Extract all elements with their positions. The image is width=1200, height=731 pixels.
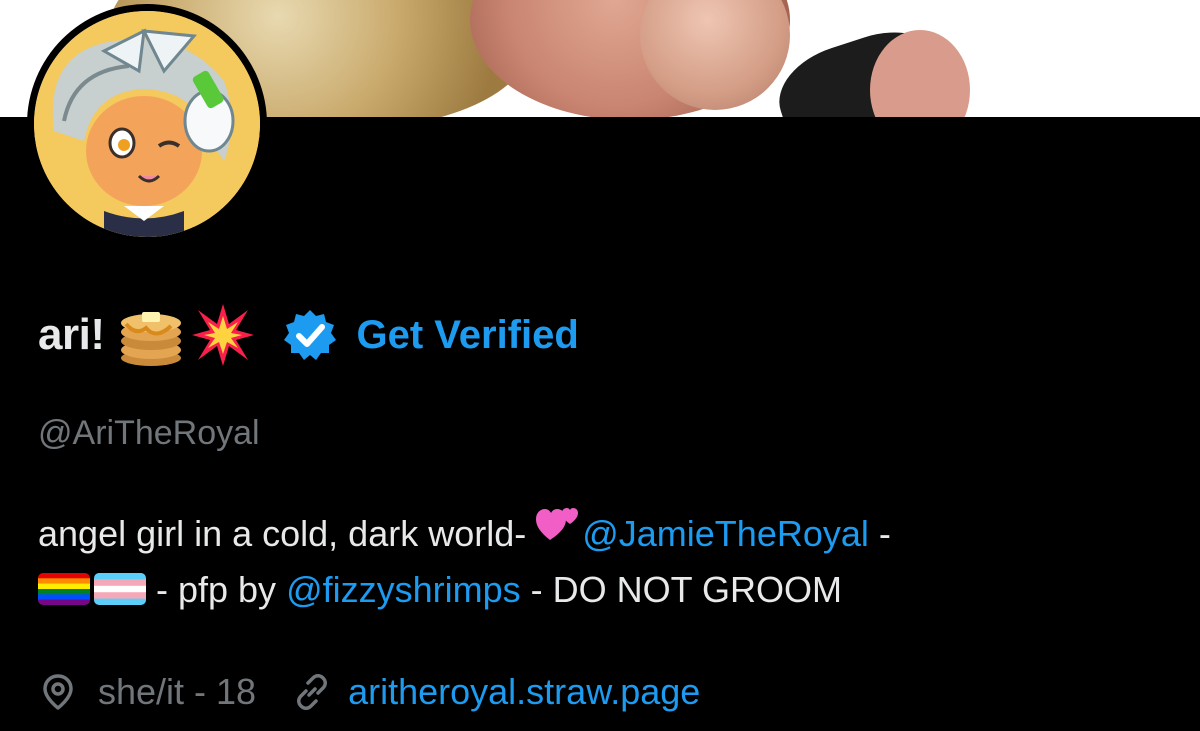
location-pin-icon bbox=[38, 672, 78, 712]
avatar[interactable] bbox=[27, 4, 267, 244]
mention-link[interactable]: @fizzyshrimps bbox=[286, 569, 521, 610]
avatar-image bbox=[34, 11, 260, 237]
transgender-flag-icon bbox=[94, 573, 146, 606]
bio-text: - pfp by bbox=[146, 569, 287, 610]
location-text: she/it - 18 bbox=[98, 671, 257, 712]
rainbow-flag-icon bbox=[38, 573, 90, 606]
mention-link[interactable]: @JamieTheRoyal bbox=[582, 513, 869, 554]
profile-meta-row: she/it - 18 aritheroyal.straw.page bbox=[38, 664, 700, 720]
two-hearts-icon bbox=[536, 504, 582, 560]
profile-page: ari! Get Verified @AriTheRoyal angel gir… bbox=[0, 0, 1200, 731]
avatar-illustration bbox=[34, 11, 260, 237]
bio-text: angel girl in a cold, dark world- bbox=[38, 513, 537, 554]
username-handle: @AriTheRoyal bbox=[38, 414, 260, 452]
bio-text: - DO NOT GROOM bbox=[520, 569, 842, 610]
bio-text: - bbox=[868, 513, 891, 554]
pancakes-icon bbox=[116, 300, 186, 370]
website-link[interactable]: aritheroyal.straw.page bbox=[348, 671, 700, 713]
link-icon bbox=[292, 672, 332, 712]
get-verified-link[interactable]: Get Verified bbox=[356, 313, 578, 358]
display-name: ari! bbox=[38, 310, 105, 359]
verified-badge-icon[interactable] bbox=[282, 307, 338, 363]
profile-bio: angel girl in a cold, dark world- @Jamie… bbox=[38, 506, 1178, 618]
collision-icon bbox=[190, 302, 256, 368]
name-row: ari! Get Verified bbox=[38, 300, 579, 370]
